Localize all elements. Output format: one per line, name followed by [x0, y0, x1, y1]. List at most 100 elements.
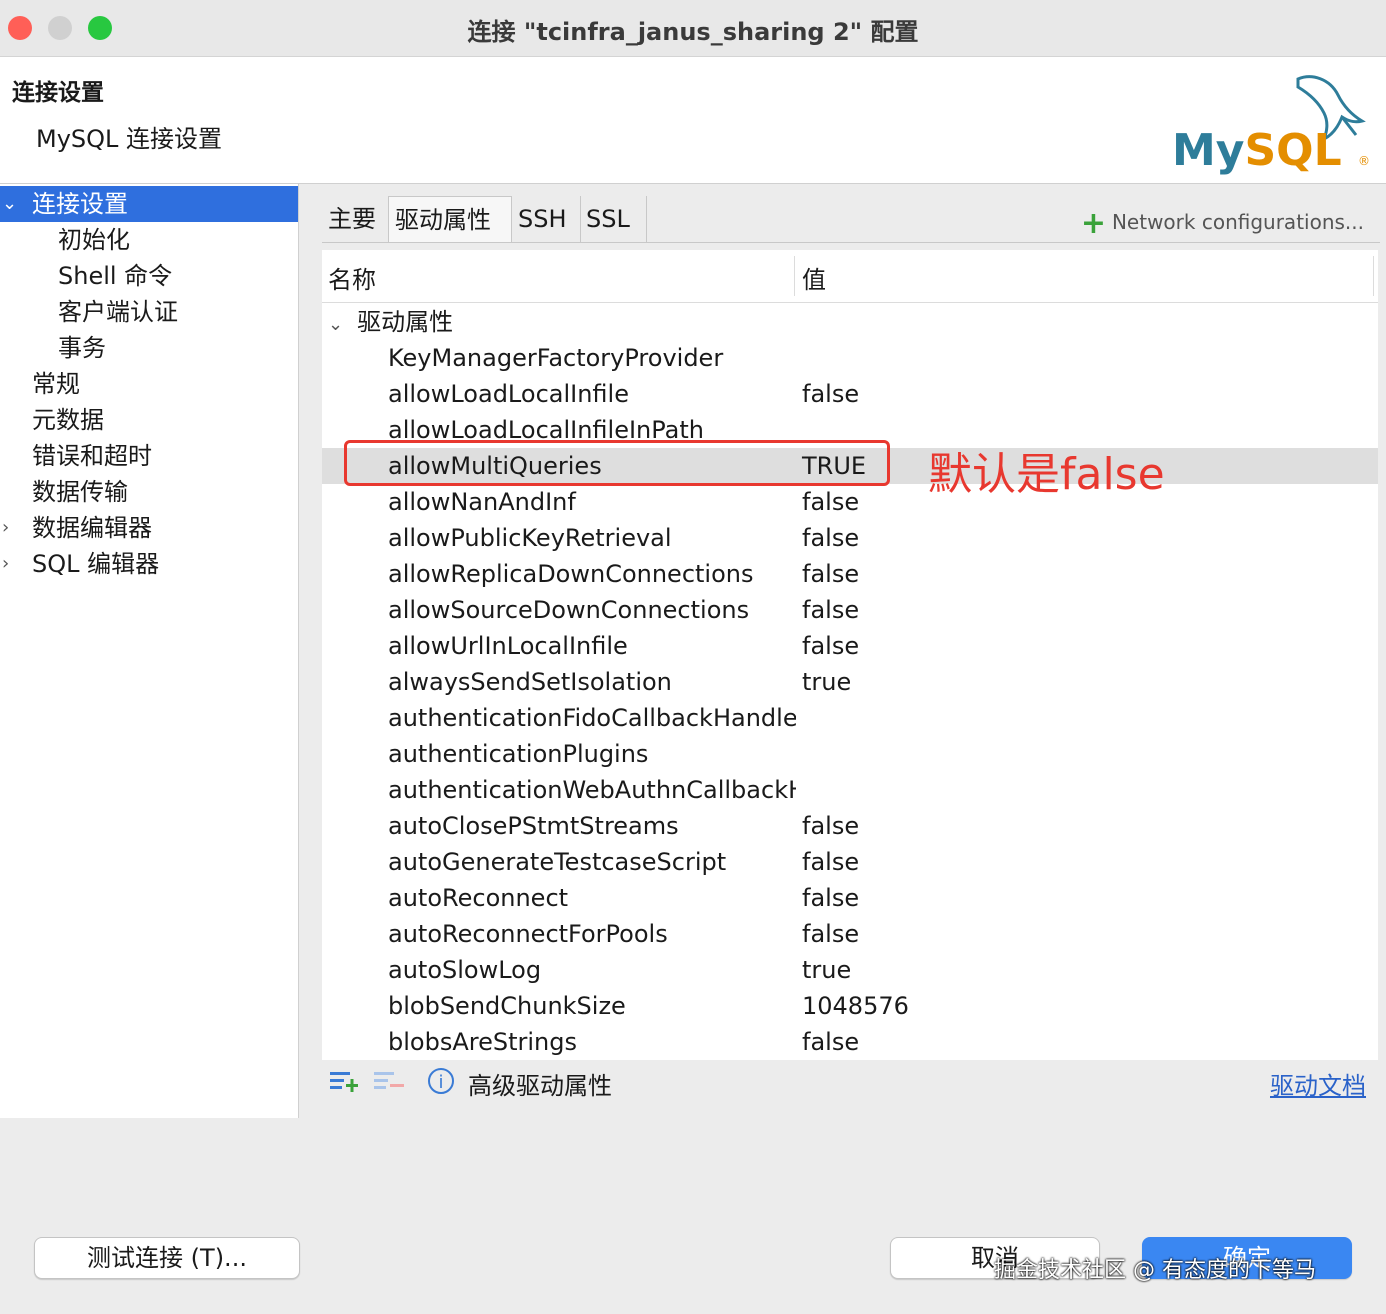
table-header: 名称 值	[322, 250, 1378, 303]
table-row[interactable]: allowSourceDownConnections false	[322, 592, 1378, 628]
property-name: autoGenerateTestcaseScript	[388, 848, 727, 876]
property-value[interactable]: false	[802, 520, 859, 556]
table-row[interactable]: authenticationWebAuthnCallbackHandler	[322, 772, 1378, 808]
table-row[interactable]: alwaysSendSetIsolation true	[322, 664, 1378, 700]
table-row[interactable]: allowLoadLocalInfile false	[322, 376, 1378, 412]
sidebar-item-init[interactable]: 初始化	[58, 222, 130, 258]
property-name: allowLoadLocalInfile	[388, 380, 629, 408]
table-row[interactable]: authenticationFidoCallbackHandler	[322, 700, 1378, 736]
column-header-name[interactable]: 名称	[328, 260, 376, 295]
chevron-down-icon[interactable]: ⌄	[2, 186, 17, 222]
sidebar-item-data-transfer[interactable]: 数据传输	[32, 474, 128, 510]
sidebar-item-general[interactable]: 常规	[32, 366, 80, 402]
table-footer: i 高级驱动属性 驱动文档	[322, 1062, 1378, 1106]
sidebar-item-metadata[interactable]: 元数据	[32, 402, 104, 438]
sidebar-item-label: 元数据	[32, 406, 104, 434]
property-name: allowUrlInLocalInfile	[388, 632, 628, 660]
tab-driver-properties[interactable]: 驱动属性	[388, 196, 512, 243]
tab-ssl[interactable]: SSL	[580, 196, 647, 242]
property-name: allowSourceDownConnections	[388, 596, 750, 624]
property-value[interactable]: true	[802, 664, 851, 700]
column-divider[interactable]	[794, 256, 795, 296]
watermark-text: 掘金技术社区 @ 有态度的下等马	[994, 1258, 1316, 1283]
column-divider	[1373, 256, 1374, 296]
dialog-footer	[0, 1119, 1386, 1314]
sidebar-item-label: 事务	[58, 334, 106, 362]
property-value[interactable]: false	[802, 880, 859, 916]
sidebar-item-transactions[interactable]: 事务	[58, 330, 106, 366]
sidebar-item-connection-settings[interactable]: ⌄ 连接设置	[0, 186, 298, 222]
property-name: authenticationFidoCallbackHandler	[388, 704, 796, 732]
driver-properties-table: 名称 值 ⌄ 驱动属性 KeyManagerFactoryProvider allo…	[322, 250, 1378, 1060]
annotation-text: 默认是false	[928, 449, 1165, 500]
chevron-down-icon[interactable]: ⌄	[328, 314, 343, 335]
property-value[interactable]: false	[802, 916, 859, 952]
tab-main[interactable]: 主要	[322, 196, 389, 242]
chevron-right-icon[interactable]: ›	[2, 510, 9, 546]
table-row[interactable]: authenticationPlugins	[322, 736, 1378, 772]
network-configurations-button[interactable]: + Network configurations...	[1081, 206, 1364, 241]
table-row[interactable]: allowPublicKeyRetrieval false	[322, 520, 1378, 556]
property-value[interactable]: false	[802, 1024, 859, 1060]
property-name: authenticationPlugins	[388, 740, 649, 768]
property-name: blobsAreStrings	[388, 1028, 577, 1056]
property-value[interactable]: false	[802, 844, 859, 880]
sidebar-item-label: 客户端认证	[58, 298, 178, 326]
table-row[interactable]: blobSendChunkSize 1048576	[322, 988, 1378, 1024]
window-title: 连接 "tcinfra_janus_sharing 2" 配置	[467, 18, 919, 46]
property-value[interactable]: false	[802, 556, 859, 592]
plus-icon: +	[1080, 206, 1106, 241]
table-row[interactable]: KeyManagerFactoryProvider	[322, 340, 1378, 376]
property-value[interactable]: false	[802, 592, 859, 628]
table-row[interactable]: autoReconnect false	[322, 880, 1378, 916]
table-row[interactable]: allowUrlInLocalInfile false	[322, 628, 1378, 664]
settings-sidebar: ⌄ 连接设置 初始化 Shell 命令 客户端认证 事务 常规 元数据 错误和超…	[0, 184, 299, 1118]
property-name: allowReplicaDownConnections	[388, 560, 754, 588]
property-name: autoSlowLog	[388, 956, 542, 984]
property-value[interactable]: 1048576	[802, 988, 909, 1024]
property-value[interactable]: false	[802, 628, 859, 664]
add-property-icon[interactable]	[328, 1068, 360, 1096]
table-row[interactable]: autoReconnectForPools false	[322, 916, 1378, 952]
header-subtitle: MySQL 连接设置	[36, 125, 223, 153]
property-value[interactable]: false	[802, 484, 859, 520]
advanced-driver-properties-label: 高级驱动属性	[468, 1072, 612, 1100]
property-value[interactable]: true	[802, 952, 851, 988]
remove-property-icon[interactable]	[372, 1068, 406, 1096]
main-panel: 主要 驱动属性 SSH SSL + Network configurations.…	[306, 184, 1386, 1118]
sidebar-item-data-editor[interactable]: › 数据编辑器	[0, 510, 298, 546]
property-name: KeyManagerFactoryProvider	[388, 344, 724, 372]
table-row[interactable]: allowNanAndInf false	[322, 484, 1378, 520]
column-header-value[interactable]: 值	[802, 260, 826, 295]
tab-ssh[interactable]: SSH	[512, 196, 581, 242]
sidebar-item-sql-editor[interactable]: › SQL 编辑器	[0, 546, 298, 582]
network-configurations-label: Network configurations...	[1111, 210, 1364, 234]
mysql-logo: MySQL ®	[1172, 75, 1370, 176]
info-icon[interactable]: i	[428, 1068, 454, 1094]
property-name: allowPublicKeyRetrieval	[388, 524, 672, 552]
sidebar-item-shell-commands[interactable]: Shell 命令	[58, 258, 172, 294]
logo-registered-mark: ®	[1358, 154, 1370, 168]
driver-docs-link[interactable]: 驱动文档	[1270, 1066, 1366, 1101]
table-row[interactable]: autoClosePStmtStreams false	[322, 808, 1378, 844]
table-row[interactable]: blobsAreStrings false	[322, 1024, 1378, 1060]
property-value[interactable]: false	[802, 376, 859, 412]
test-connection-button[interactable]: 测试连接 (T)...	[34, 1237, 300, 1279]
table-row[interactable]: autoGenerateTestcaseScript false	[322, 844, 1378, 880]
group-driver-properties[interactable]: ⌄ 驱动属性	[328, 304, 453, 340]
table-row[interactable]: allowReplicaDownConnections false	[322, 556, 1378, 592]
property-value[interactable]: false	[802, 808, 859, 844]
sidebar-item-label: 数据编辑器	[32, 514, 152, 542]
title-bar: 连接 "tcinfra_janus_sharing 2" 配置	[0, 0, 1386, 57]
property-name: allowNanAndInf	[388, 488, 576, 516]
sidebar-item-client-auth[interactable]: 客户端认证	[58, 294, 178, 330]
chevron-right-icon[interactable]: ›	[2, 546, 9, 582]
sidebar-item-label: 初始化	[58, 226, 130, 254]
property-name: autoClosePStmtStreams	[388, 812, 679, 840]
highlight-box	[344, 440, 890, 486]
sidebar-item-label: 错误和超时	[32, 442, 152, 470]
sidebar-item-errors-timeouts[interactable]: 错误和超时	[32, 438, 152, 474]
property-name: autoReconnectForPools	[388, 920, 668, 948]
sidebar-item-label: 连接设置	[32, 190, 128, 218]
table-row[interactable]: autoSlowLog true	[322, 952, 1378, 988]
